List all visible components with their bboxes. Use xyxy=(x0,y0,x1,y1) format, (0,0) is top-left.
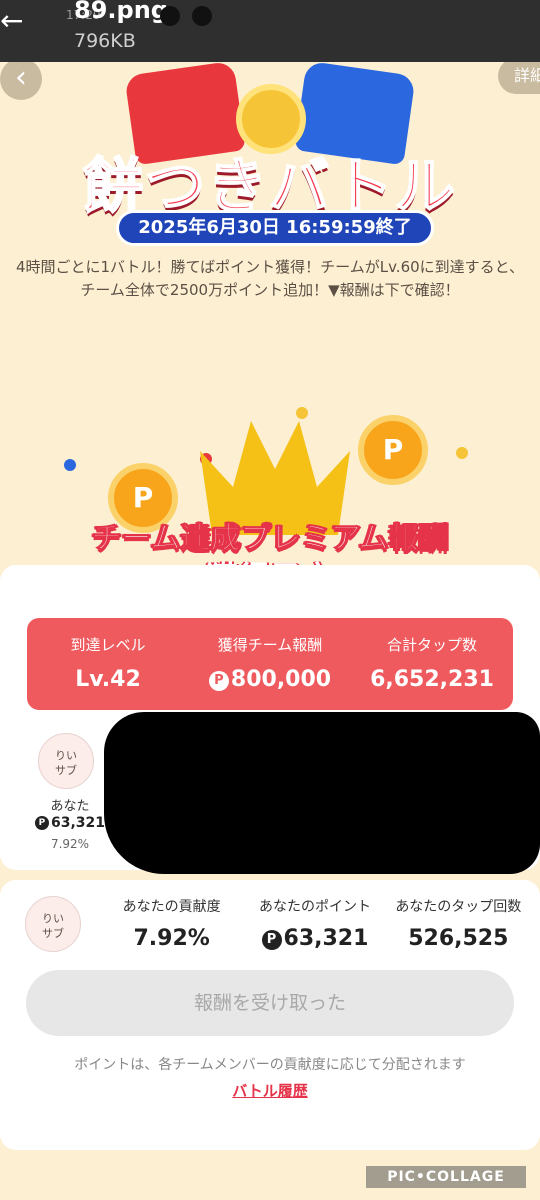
contribution-value: 526,525 xyxy=(408,926,509,951)
contribution-value: 7.92% xyxy=(133,926,210,951)
event-description: 4時間ごとに1バトル！勝てばポイント獲得！チームがLv.60に到達すると、チーム… xyxy=(15,258,525,299)
contribution-label: あなたの貢献度 xyxy=(122,899,221,915)
point-icon: P xyxy=(261,930,282,950)
avatar: りい サブ xyxy=(38,733,94,789)
watermark: PIC•COLLAGE xyxy=(366,1166,526,1188)
stat-label: 獲得チーム報酬 xyxy=(217,636,323,654)
detail-button[interactable]: 詳細 xyxy=(498,58,540,94)
member-points-wrap: P 63,321 xyxy=(30,815,110,831)
contribution-value: 63,321 xyxy=(283,926,369,951)
viewer-back-icon[interactable]: ← xyxy=(0,6,30,36)
status-icons xyxy=(160,6,212,26)
viewer-file-name: 89.png xyxy=(74,0,168,24)
event-banner: 餅つきバトル 2025年6月30日 16:59:59終了 xyxy=(0,60,540,250)
image-viewer-bar: ← 17:29 89.png 796KB xyxy=(0,0,540,62)
contribution-card: りい サブ あなたの貢献度 7.92% あなたのポイント P 63,321 あなた… xyxy=(0,880,540,1150)
stat-value: 800,000 xyxy=(230,667,332,692)
contribution-stats: あなたの貢献度 7.92% あなたのポイント P 63,321 あなたのタップ回数… xyxy=(100,896,530,951)
stat-value: 6,652,231 xyxy=(370,667,494,692)
stat-value: Lv.42 xyxy=(75,667,141,692)
point-icon: P xyxy=(208,671,229,691)
avatar: りい サブ xyxy=(25,896,81,952)
event-end-date: 2025年6月30日 16:59:59終了 xyxy=(116,210,434,246)
stat-total-taps: 合計タップ数 6,652,231 xyxy=(351,618,513,710)
redaction-mark xyxy=(104,712,540,874)
contribution-value-wrap: P 63,321 xyxy=(243,926,386,951)
contribution-label: あなたのタップ回数 xyxy=(395,899,522,915)
reward-title: チーム達成プレミアム報酬 xyxy=(91,521,449,557)
contribution-label: あなたのポイント xyxy=(258,899,371,915)
member-name: あなた xyxy=(50,799,90,814)
claim-reward-button[interactable]: 報酬を受け取った xyxy=(26,970,514,1036)
notification-icon xyxy=(160,6,180,26)
team-stats: 到達レベル Lv.42 獲得チーム報酬 P 800,000 合計タップ数 6,65… xyxy=(27,618,513,710)
confetti-icon xyxy=(456,447,468,459)
battle-history-link[interactable]: バトル履歴 xyxy=(0,1080,540,1101)
stat-value-wrap: P 800,000 xyxy=(189,667,351,692)
member-percent: 7.92% xyxy=(50,837,90,851)
contribution-points: あなたのポイント P 63,321 xyxy=(243,896,386,951)
stat-team-reward: 獲得チーム報酬 P 800,000 xyxy=(189,618,351,710)
member-points: 63,321 xyxy=(50,815,106,831)
point-icon: P xyxy=(34,816,49,830)
coin-icon: P xyxy=(358,415,428,485)
distribution-note: ポイントは、各チームメンバーの貢献度に応じて分配されます xyxy=(74,1057,466,1073)
viewer-file-size: 796KB xyxy=(74,30,136,52)
contribution-rate: あなたの貢献度 7.92% xyxy=(100,896,243,951)
stat-level: 到達レベル Lv.42 xyxy=(27,618,189,710)
notification-icon xyxy=(192,6,212,26)
back-button[interactable]: ‹ xyxy=(0,58,42,100)
stat-label: 到達レベル xyxy=(70,636,146,654)
contribution-taps: あなたのタップ回数 526,525 xyxy=(387,896,530,951)
confetti-icon xyxy=(64,459,76,471)
confetti-icon xyxy=(296,407,308,419)
stat-label: 合計タップ数 xyxy=(386,636,477,654)
